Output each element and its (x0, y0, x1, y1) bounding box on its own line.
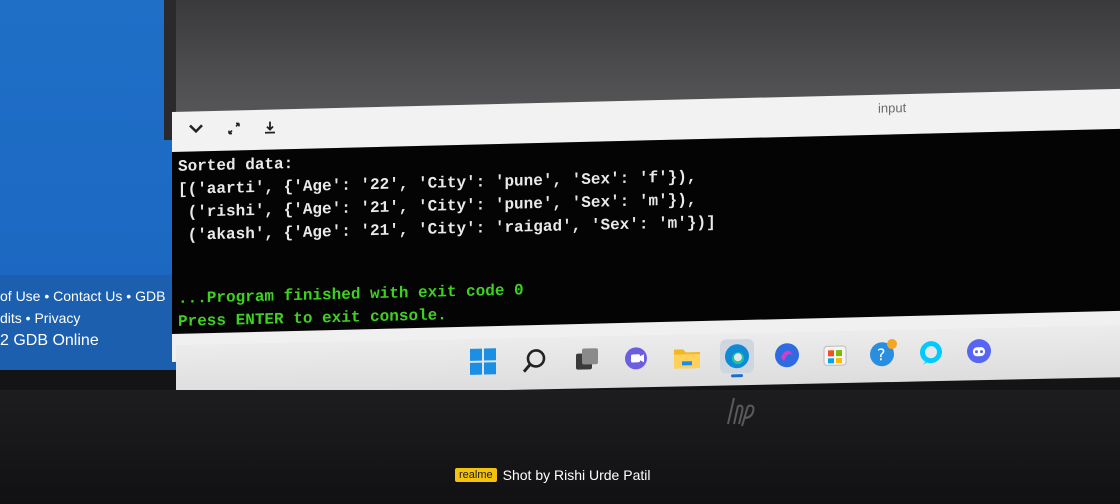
task-view-icon[interactable] (570, 342, 604, 377)
svg-text:?: ? (877, 345, 885, 364)
alexa-icon[interactable] (914, 335, 948, 370)
website-footer-links: of Use • Contact Us • GDB dits • Privacy… (0, 286, 165, 354)
help-icon[interactable]: ? (866, 336, 900, 371)
output-console: input Sorted data: [('aarti', {'Age': '2… (172, 88, 1120, 362)
input-tab-label[interactable]: input (878, 100, 906, 116)
laptop-bezel (0, 390, 1120, 504)
chat-icon[interactable] (620, 341, 654, 376)
store-icon[interactable] (818, 337, 852, 372)
photo-credit: Shot by Rishi Urde Patil (502, 467, 651, 483)
discord-icon[interactable] (962, 334, 996, 369)
camera-watermark: realme Shot by Rishi Urde Patil (455, 466, 650, 484)
start-icon[interactable] (466, 344, 500, 379)
footer-link-row[interactable]: dits • Privacy (0, 308, 165, 330)
search-icon[interactable] (518, 343, 552, 378)
footer-link-row[interactable]: of Use • Contact Us • GDB (0, 286, 165, 308)
download-icon[interactable] (262, 119, 278, 138)
edge-icon[interactable] (720, 338, 754, 374)
edge-beta-icon[interactable] (770, 338, 804, 373)
footer-copyright: 2 GDB Online (0, 332, 99, 350)
file-explorer-icon[interactable] (670, 340, 704, 375)
hp-logo (722, 394, 762, 428)
expand-icon[interactable] (226, 120, 242, 139)
realme-badge: realme (455, 468, 497, 482)
collapse-icon[interactable] (188, 121, 204, 137)
